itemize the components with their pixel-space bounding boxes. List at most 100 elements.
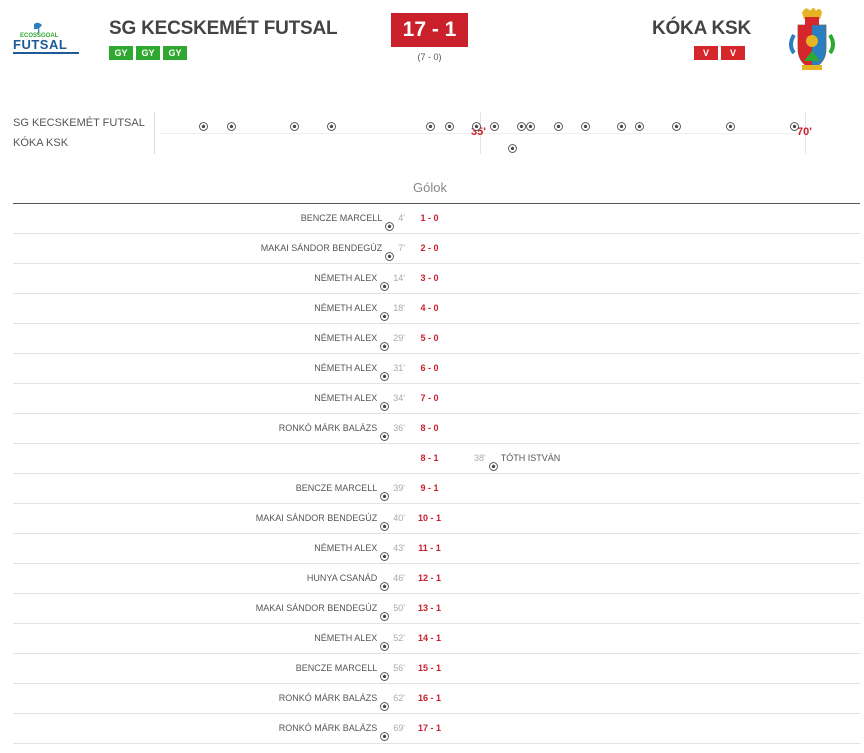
goal-ball-icon [380,544,390,561]
scorer-name[interactable]: RONKÓ MÁRK BALÁZS [279,414,378,443]
away-form-badge: V [694,46,718,60]
goal-minute: 31' [393,363,405,373]
goal-ball-icon [380,634,390,651]
home-scorer: NÉMETH ALEX 14' [314,264,405,293]
scorer-name[interactable]: NÉMETH ALEX [314,354,377,383]
goal-minute: 14' [393,273,405,283]
goal-minute: 62' [393,693,405,703]
away-team-name[interactable]: KÓKA KSK [652,18,751,40]
running-score: 4 - 0 [420,303,439,313]
scorer-name[interactable]: NÉMETH ALEX [314,534,377,563]
home-scorer: BENCZE MARCELL 56' [296,654,405,683]
running-score: 8 - 0 [420,423,439,433]
goal-ball-icon [380,694,390,711]
goal-ball-icon [488,454,498,471]
goal-ball-icon [380,724,390,741]
goal-minute: 18' [393,303,405,313]
scorer-name[interactable]: MAKAI SÁNDOR BENDEGÚZ [261,234,383,263]
home-form-badge: GY [163,46,187,60]
running-score: 11 - 1 [418,543,441,553]
scorer-name[interactable]: RONKÓ MÁRK BALÁZS [279,714,378,743]
halftime-score: (7 - 0) [417,52,442,62]
home-goal-marker-icon [327,118,336,131]
goal-ball-icon [380,274,390,291]
home-goal-marker-icon [445,118,454,131]
goal-minute: 29' [393,333,405,343]
home-scorer: RONKÓ MÁRK BALÁZS 36' [279,414,405,443]
home-goal-marker-icon [472,118,481,131]
scorer-name[interactable]: NÉMETH ALEX [314,624,377,653]
scorer-name[interactable]: BENCZE MARCELL [296,474,378,503]
timeline-divider [154,112,155,154]
home-scorer: NÉMETH ALEX 31' [314,354,405,383]
scorer-name[interactable]: NÉMETH ALEX [314,384,377,413]
goal-row: BENCZE MARCELL 39' 9 - 1 [13,474,860,504]
running-score: 2 - 0 [420,243,439,253]
goal-ball-icon [380,424,390,441]
goal-minute: 4' [398,213,405,223]
goal-row: BENCZE MARCELL 4' 1 - 0 [13,204,860,234]
goal-row: NÉMETH ALEX 34' 7 - 0 [13,384,860,414]
scorer-name[interactable]: TÓTH ISTVÁN [501,444,561,473]
home-goal-marker-icon [199,118,208,131]
away-form-badge: V [721,46,745,60]
home-goal-marker-icon [790,118,799,131]
goal-ball-icon [385,214,395,231]
running-score: 10 - 1 [417,513,441,523]
home-scorer: NÉMETH ALEX 34' [314,384,405,413]
home-scorer: NÉMETH ALEX 29' [314,324,405,353]
timeline-fulltime-label: 70' [797,126,812,138]
running-score: 9 - 1 [420,483,439,493]
home-scorer: HUNYA CSANÁD 46' [307,564,405,593]
goal-ball-icon [385,244,395,261]
goal-row: MAKAI SÁNDOR BENDEGÚZ 50' 13 - 1 [13,594,860,624]
home-scorer: BENCZE MARCELL 4' [301,204,405,233]
timeline-away-label: KÓKA KSK [13,137,69,149]
scorer-name[interactable]: HUNYA CSANÁD [307,564,377,593]
home-team-form: GY GY GY [109,46,187,60]
home-goal-marker-icon [517,118,526,131]
goal-minute: 7' [398,243,405,253]
goals-section-title: Gólok [413,180,447,195]
goal-row: RONKÓ MÁRK BALÁZS 36' 8 - 0 [13,414,860,444]
running-score: 1 - 0 [420,213,439,223]
goals-list: BENCZE MARCELL 4' 1 - 0 MAKAI SÁNDOR BENDEG… [13,203,860,744]
scorer-name[interactable]: MAKAI SÁNDOR BENDEGÚZ [256,504,378,533]
goal-ball-icon [380,604,390,621]
home-scorer: BENCZE MARCELL 39' [296,474,405,503]
scorer-name[interactable]: RONKÓ MÁRK BALÁZS [279,684,378,713]
goal-ball-icon [380,574,390,591]
scorer-name[interactable]: NÉMETH ALEX [314,264,377,293]
scorer-name[interactable]: NÉMETH ALEX [314,324,377,353]
away-team-crest[interactable] [788,5,836,73]
goal-row: RONKÓ MÁRK BALÁZS 69' 17 - 1 [13,714,860,744]
goal-minute: 34' [393,393,405,403]
goal-minute: 50' [393,603,405,613]
home-logo-text-main: FUTSAL [13,37,67,52]
scorer-name[interactable]: BENCZE MARCELL [301,204,383,233]
goal-ball-icon [380,664,390,681]
goal-row: HUNYA CSANÁD 46' 12 - 1 [13,564,860,594]
goal-row: MAKAI SÁNDOR BENDEGÚZ 40' 10 - 1 [13,504,860,534]
scorer-name[interactable]: MAKAI SÁNDOR BENDEGÚZ [256,594,378,623]
running-score: 16 - 1 [417,693,441,703]
goal-row: NÉMETH ALEX 43' 11 - 1 [13,534,860,564]
running-score: 12 - 1 [417,573,441,583]
home-team-logo[interactable]: ECOSSGOAL FUTSAL [12,22,80,56]
home-goal-marker-icon [426,118,435,131]
goal-row: 38' TÓTH ISTVÁN 8 - 1 [13,444,860,474]
goal-ball-icon [380,364,390,381]
scorer-name[interactable]: NÉMETH ALEX [314,294,377,323]
home-goal-marker-icon [290,118,299,131]
home-form-badge: GY [109,46,133,60]
running-score: 7 - 0 [420,393,439,403]
home-scorer: MAKAI SÁNDOR BENDEGÚZ 40' [256,504,405,533]
home-scorer: RONKÓ MÁRK BALÁZS 69' [279,714,405,743]
home-team-name[interactable]: SG KECSKEMÉT FUTSAL [109,18,338,40]
goal-minute: 43' [393,543,405,553]
running-score: 13 - 1 [417,603,441,613]
home-goal-marker-icon [490,118,499,131]
scorer-name[interactable]: BENCZE MARCELL [296,654,378,683]
home-goal-marker-icon [526,118,535,131]
home-goal-marker-icon [672,118,681,131]
